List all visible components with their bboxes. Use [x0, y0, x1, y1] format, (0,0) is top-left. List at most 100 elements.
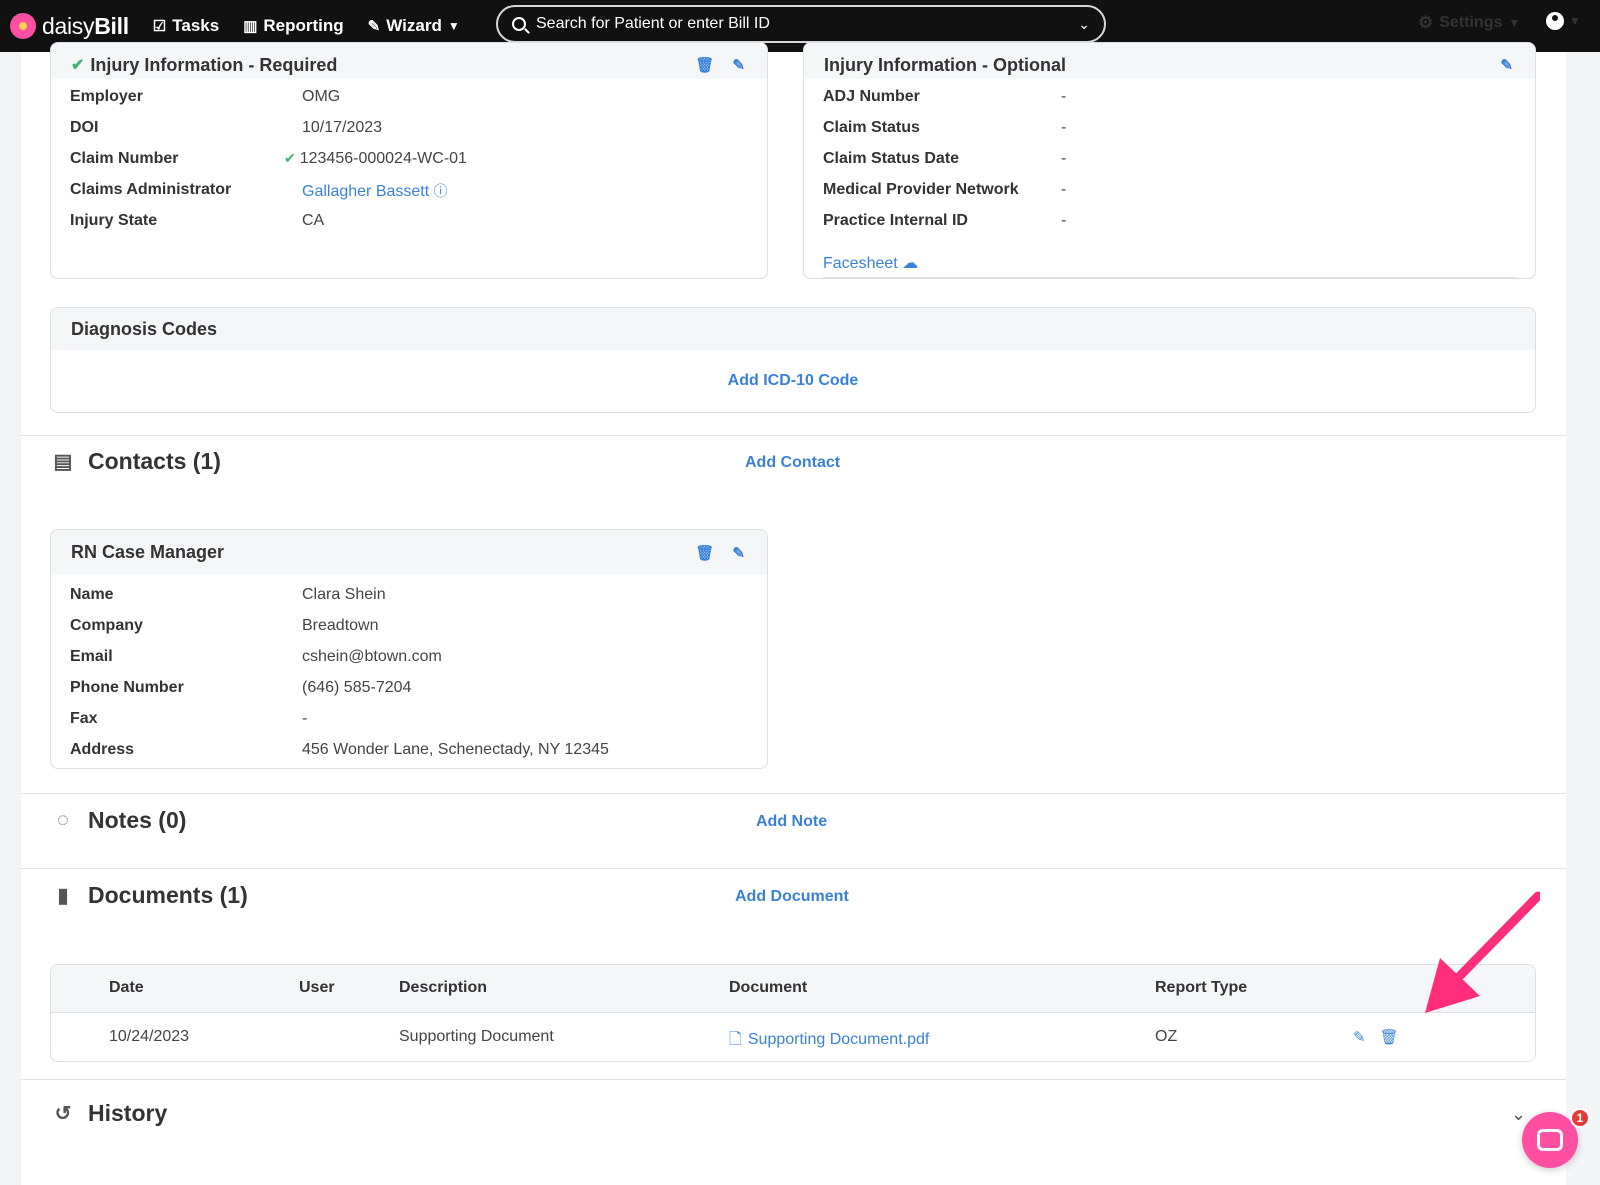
chevron-down-icon[interactable]: ⌄ — [1511, 1104, 1526, 1125]
pencil-icon[interactable]: ✎ — [1500, 56, 1513, 74]
doc-description: Supporting Document — [399, 1028, 554, 1045]
nav-reporting[interactable]: ▥ Reporting — [243, 16, 343, 36]
settings-menu[interactable]: ⚙ Settings ▼ — [1418, 13, 1520, 33]
add-contact-button[interactable]: Add Contact — [745, 454, 840, 471]
claim-status-date-value: - — [1061, 150, 1067, 167]
notes-section-title: ◌ Notes (0) — [50, 807, 186, 834]
nav-wizard-label: Wizard — [386, 16, 442, 35]
mpn-value: - — [1061, 181, 1067, 198]
doc-date: 10/24/2023 — [109, 1028, 190, 1045]
column-header-report-type: Report Type — [1155, 979, 1248, 996]
divider — [823, 277, 1517, 278]
field-label: Claims Administrator — [70, 181, 232, 198]
diagnosis-codes-card: Diagnosis Codes Add ICD-10 Code — [50, 307, 1536, 413]
claim-number-text: 123456-000024-WC-01 — [299, 150, 467, 167]
gear-icon: ⚙ — [1418, 13, 1434, 32]
field-label: Claim Number — [70, 150, 179, 167]
pencil-icon[interactable]: ✎ — [1353, 1028, 1366, 1046]
documents-section-title: ▮ Documents (1) — [50, 882, 248, 909]
check-circle-icon: ✔ — [284, 150, 296, 166]
chevron-down-icon: ▼ — [1508, 16, 1521, 30]
injury-optional-title: Injury Information - Optional — [824, 54, 1066, 75]
nav-wizard[interactable]: ✎ Wizard ▼ — [368, 16, 460, 36]
settings-label: Settings — [1439, 14, 1503, 31]
doc-filename: Supporting Document.pdf — [747, 1031, 930, 1048]
column-header-user: User — [299, 979, 335, 996]
user-menu[interactable]: ▼ — [1546, 12, 1581, 30]
field-label: Email — [70, 648, 113, 665]
brand-logo[interactable]: daisyBill — [10, 13, 129, 40]
field-label: Practice Internal ID — [823, 212, 968, 229]
claim-number-value: ✔ 123456-000024-WC-01 — [284, 150, 467, 168]
brand-wordmark: daisyBill — [42, 12, 129, 39]
doi-value: 10/17/2023 — [302, 119, 383, 136]
add-contact-container: Add Contact — [745, 454, 840, 472]
history-clock-icon: ↺ — [54, 1103, 72, 1125]
documents-table: Date User Description Document Report Ty… — [50, 964, 1536, 1062]
doc-link[interactable]: 🗋 Supporting Document.pdf — [729, 1028, 929, 1055]
divider — [21, 868, 1566, 869]
history-section-title[interactable]: ↺ History — [50, 1100, 168, 1127]
annotation-arrow-icon — [1425, 891, 1540, 1013]
contacts-section-title: ▤ Contacts (1) — [50, 448, 221, 475]
injury-optional-header: Injury Information - Optional ✎ — [804, 43, 1535, 79]
pdf-file-icon: ▮ — [57, 885, 69, 907]
pencil-icon[interactable]: ✎ — [732, 544, 745, 562]
contact-email-value: cshein@btown.com — [302, 648, 442, 665]
speech-bubble-icon: ◌ — [57, 809, 69, 831]
nav-tasks-label: Tasks — [172, 16, 220, 35]
contact-card-icon: ▤ — [53, 451, 73, 473]
info-icon[interactable]: ⓘ — [434, 183, 448, 199]
add-document-container: Add Document — [735, 888, 849, 906]
add-document-button[interactable]: Add Document — [735, 888, 849, 905]
user-avatar-icon — [1546, 12, 1564, 30]
daisy-flower-icon — [10, 13, 36, 39]
injury-required-header: ✔ Injury Information - Required 🗑 ✎ — [51, 43, 767, 79]
trash-icon[interactable]: 🗑 — [695, 544, 714, 562]
trash-icon[interactable]: 🗑 — [695, 56, 714, 74]
nav-tasks[interactable]: ☑ Tasks — [153, 16, 219, 36]
chevron-down-icon: ▼ — [447, 19, 460, 33]
contact-card-header: RN Case Manager 🗑 ✎ — [51, 530, 767, 575]
documents-table-header: Date User Description Document Report Ty… — [51, 965, 1535, 1013]
claims-administrator-link[interactable]: Gallagher Bassett — [302, 183, 429, 200]
claim-status-value: - — [1061, 119, 1067, 136]
diagnosis-codes-header: Diagnosis Codes — [51, 308, 1535, 350]
clipboard-check-icon: ☑ — [152, 18, 167, 35]
field-label: Fax — [70, 710, 98, 727]
doc-report-type: OZ — [1155, 1028, 1178, 1045]
column-header-description: Description — [399, 979, 488, 996]
column-header-date: Date — [109, 979, 144, 996]
pdf-file-icon: 🗋 — [729, 1031, 742, 1048]
facesheet-link[interactable]: Facesheet ☁ — [823, 253, 918, 273]
nav-reporting-label: Reporting — [263, 16, 344, 35]
contact-address-value: 456 Wonder Lane, Schenectady, NY 12345 — [302, 741, 609, 758]
contact-name-value: Clara Shein — [302, 586, 386, 603]
add-icd10-container: Add ICD-10 Code — [51, 372, 1535, 390]
contact-card-title: RN Case Manager — [71, 542, 225, 562]
add-icd10-button[interactable]: Add ICD-10 Code — [728, 372, 859, 389]
bar-chart-icon: ▥ — [243, 18, 258, 35]
magic-wand-icon: ✎ — [367, 18, 381, 35]
chevron-down-icon[interactable]: ⌄ — [1078, 16, 1090, 33]
add-note-button[interactable]: Add Note — [756, 813, 827, 830]
field-label: Name — [70, 586, 114, 603]
search-input[interactable]: Search for Patient or enter Bill ID ⌄ — [496, 5, 1106, 43]
trash-icon[interactable]: 🗑 — [1380, 1028, 1399, 1046]
field-label: Claim Status Date — [823, 150, 960, 167]
chat-notification-badge: 1 — [1570, 1108, 1590, 1128]
contacts-title: Contacts (1) — [88, 448, 221, 474]
claims-administrator-value: Gallagher Bassett ⓘ — [302, 181, 448, 201]
notes-title: Notes (0) — [88, 807, 187, 833]
cloud-download-icon: ☁ — [902, 255, 919, 272]
field-label: Injury State — [70, 212, 158, 229]
field-label: Employer — [70, 88, 143, 105]
field-label: Claim Status — [823, 119, 920, 136]
pencil-icon[interactable]: ✎ — [732, 56, 745, 74]
field-label: Company — [70, 617, 143, 634]
documents-title: Documents (1) — [88, 882, 248, 908]
diagnosis-codes-title: Diagnosis Codes — [71, 318, 218, 339]
field-label: Medical Provider Network — [823, 181, 1019, 198]
column-header-document: Document — [729, 979, 808, 996]
contact-phone-value: (646) 585-7204 — [302, 679, 412, 696]
